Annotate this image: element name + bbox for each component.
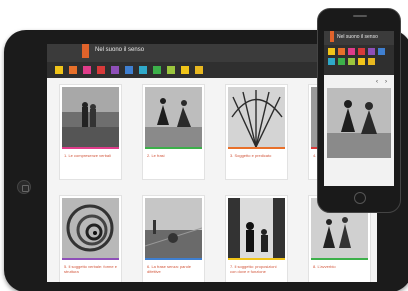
tablet-home-button[interactable]: [17, 180, 31, 194]
category-tag[interactable]: [69, 66, 77, 74]
lesson-photo: [62, 87, 119, 147]
category-tag[interactable]: [378, 48, 385, 55]
category-tag[interactable]: [97, 66, 105, 74]
category-tag[interactable]: [125, 66, 133, 74]
phone-device: Nel suono il senso ‹ ›: [317, 8, 401, 213]
phone-home-button[interactable]: [354, 192, 366, 204]
phone-app-header: Nel suono il senso: [324, 31, 394, 45]
card-caption: 5. Il soggetto verbale: forme e struttur…: [64, 264, 117, 274]
card-color-strip: [145, 258, 202, 260]
phone-screen: Nel suono il senso ‹ ›: [324, 31, 394, 186]
phone-feature-photo: [327, 88, 391, 158]
category-tag[interactable]: [153, 66, 161, 74]
lesson-card[interactable]: 2. Le frasi: [142, 84, 205, 180]
category-tag[interactable]: [358, 58, 365, 65]
app-logo: [82, 44, 89, 58]
category-tag[interactable]: [348, 58, 355, 65]
card-caption: 7. Il soggetto: proposizioni con dove e …: [230, 264, 277, 274]
category-tag[interactable]: [167, 66, 175, 74]
app-title: Nel suono il senso: [95, 47, 145, 53]
category-tag[interactable]: [83, 66, 91, 74]
category-tag[interactable]: [195, 66, 203, 74]
lesson-photo: [145, 198, 202, 258]
lesson-card[interactable]: 7. Il soggetto: proposizioni con dove e …: [225, 195, 288, 282]
card-caption: 8. L'avverbio: [313, 264, 336, 269]
phone-category-tags: [324, 45, 394, 75]
prev-arrow-icon[interactable]: ‹: [376, 79, 382, 85]
category-tag[interactable]: [338, 58, 345, 65]
category-tag[interactable]: [348, 48, 355, 55]
next-arrow-icon[interactable]: ›: [385, 79, 391, 85]
category-tag[interactable]: [139, 66, 147, 74]
category-tag[interactable]: [328, 58, 335, 65]
card-color-strip: [228, 147, 285, 149]
devices-showcase: Nel suono il senso 1. Le compresenze ver…: [0, 0, 408, 291]
lesson-card[interactable]: 3. Soggetto e predicato: [225, 84, 288, 180]
card-color-strip: [62, 147, 119, 149]
card-color-strip: [228, 258, 285, 260]
lesson-photo: [228, 198, 285, 258]
category-tag[interactable]: [358, 48, 365, 55]
phone-speaker: [353, 15, 367, 17]
card-caption: 2. Le frasi: [147, 153, 165, 158]
category-tag[interactable]: [328, 48, 335, 55]
card-caption: 3. Soggetto e predicato: [230, 153, 272, 158]
lesson-photo: [62, 198, 119, 258]
category-tag[interactable]: [338, 48, 345, 55]
lesson-card[interactable]: 5. Il soggetto verbale: forme e struttur…: [59, 195, 122, 282]
card-color-strip: [62, 258, 119, 260]
lesson-card[interactable]: 6. La frase senza: parole difettive: [142, 195, 205, 282]
lesson-photo: [228, 87, 285, 147]
category-tag[interactable]: [111, 66, 119, 74]
lesson-photo: [145, 87, 202, 147]
category-tag[interactable]: [368, 48, 375, 55]
category-tag[interactable]: [368, 58, 375, 65]
card-caption: 1. Le compresenze verbali: [64, 153, 111, 158]
card-color-strip: [311, 258, 368, 260]
card-color-strip: [145, 147, 202, 149]
lesson-card[interactable]: 1. Le compresenze verbali: [59, 84, 122, 180]
category-tag[interactable]: [55, 66, 63, 74]
card-caption: 6. La frase senza: parole difettive: [147, 264, 192, 274]
category-tag[interactable]: [181, 66, 189, 74]
phone-app-logo: [330, 31, 334, 42]
phone-app-title: Nel suono il senso: [337, 34, 378, 40]
